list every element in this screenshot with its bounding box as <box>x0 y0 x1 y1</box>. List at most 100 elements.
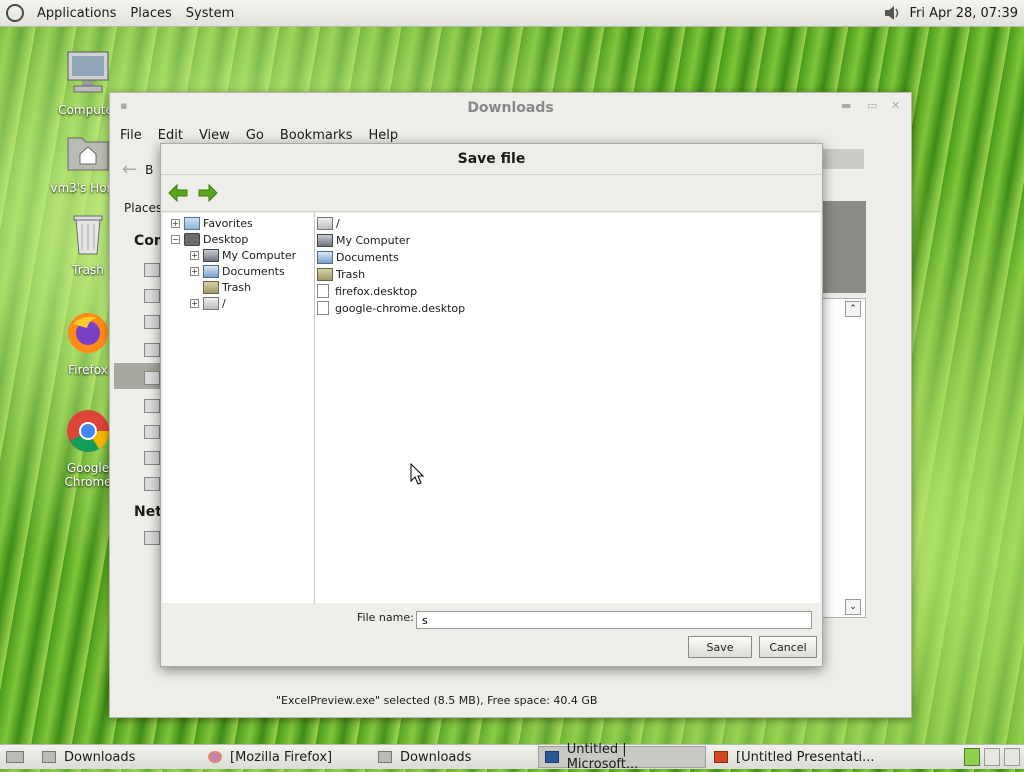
folder-icon[interactable] <box>144 451 160 465</box>
tree-item-trash[interactable]: Trash <box>203 279 251 295</box>
folder-icon[interactable] <box>144 399 160 413</box>
back-arrow-icon: ← <box>122 159 138 180</box>
folder-icon[interactable] <box>144 289 160 303</box>
folder-icon[interactable] <box>144 343 160 357</box>
list-item-label: My Computer <box>336 233 411 247</box>
workspace-1[interactable] <box>964 748 980 766</box>
taskbar-item-firefox[interactable]: [Mozilla Firefox] <box>202 746 370 768</box>
filename-label: File name: <box>357 611 414 624</box>
save-file-dialog: Save file + Favorites − Desktop + My Com… <box>160 143 823 667</box>
tree-item-label: Desktop <box>203 232 249 246</box>
top-panel: Applications Places System Fri Apr 28, 0… <box>0 0 1024 27</box>
taskbar-item-downloads[interactable]: Downloads <box>36 746 200 768</box>
desktop-icon <box>184 232 200 246</box>
close-icon[interactable]: ✕ <box>891 99 903 112</box>
list-item[interactable]: google-chrome.desktop <box>315 300 465 316</box>
fm-scroll-area[interactable]: ⌃ ⌄ <box>822 298 866 618</box>
trash-icon <box>317 267 333 281</box>
firefox-icon <box>208 751 222 763</box>
expand-icon[interactable]: + <box>190 266 199 276</box>
computer-icon <box>203 248 219 262</box>
trash-icon[interactable] <box>144 477 160 491</box>
back-button[interactable] <box>167 182 189 204</box>
workspace-2[interactable] <box>984 748 1000 766</box>
fm-menu-help[interactable]: Help <box>368 128 398 143</box>
expand-icon[interactable]: + <box>190 298 199 308</box>
places-menu[interactable]: Places <box>123 6 178 21</box>
file-icon <box>317 301 329 315</box>
folder-tree[interactable]: + Favorites − Desktop + My Computer + Do… <box>163 213 315 603</box>
taskbar-item-downloads-2[interactable]: Downloads <box>372 746 536 768</box>
back-arrow-icon <box>168 184 188 202</box>
tree-item-label: My Computer <box>222 248 297 262</box>
desktop-icon-label: Firefox <box>68 363 108 377</box>
tree-item-label: Trash <box>222 280 252 294</box>
fm-titlebar[interactable]: ▪ Downloads ▬ ▭ ✕ <box>110 93 911 123</box>
fm-menu-file[interactable]: File <box>120 128 142 143</box>
network-icon[interactable] <box>144 531 160 545</box>
tree-item-root[interactable]: + / <box>190 295 226 311</box>
scroll-down-icon[interactable]: ⌄ <box>845 599 861 615</box>
folder-icon[interactable] <box>144 315 160 329</box>
show-desktop-button[interactable] <box>0 746 34 768</box>
panel-clock[interactable]: Fri Apr 28, 07:39 <box>909 6 1018 21</box>
applications-menu[interactable]: Applications <box>30 6 123 21</box>
file-icon <box>317 284 329 298</box>
taskbar-item-label: Downloads <box>64 749 136 765</box>
distro-logo-icon[interactable] <box>6 4 24 22</box>
taskbar-item-label: Downloads <box>400 749 472 765</box>
dialog-titlebar[interactable]: Save file <box>161 144 822 175</box>
list-item-label: / <box>336 216 340 230</box>
fm-menu-edit[interactable]: Edit <box>158 128 183 143</box>
volume-icon[interactable] <box>883 5 901 21</box>
fm-back-label: B <box>145 162 154 177</box>
cancel-button[interactable]: Cancel <box>759 636 817 658</box>
word-icon <box>545 751 559 763</box>
workspace-3[interactable] <box>1004 748 1020 766</box>
documents-icon <box>203 264 219 278</box>
taskbar-item-powerpoint[interactable]: [Untitled Presentati... <box>708 746 904 768</box>
file-list[interactable]: / My Computer Documents Trash firefox.de… <box>315 213 820 603</box>
window-menu-icon[interactable]: ▪ <box>120 99 132 112</box>
downloads-folder-icon[interactable] <box>144 371 160 385</box>
scroll-up-icon[interactable]: ⌃ <box>845 301 861 317</box>
fm-menu-view[interactable]: View <box>199 128 230 143</box>
desktop-icon-label: Trash <box>72 263 104 277</box>
fm-menu-bookmarks[interactable]: Bookmarks <box>280 128 353 143</box>
taskbar-item-label: [Mozilla Firefox] <box>230 749 333 765</box>
fm-section-network: Net <box>134 504 162 520</box>
list-item[interactable]: My Computer <box>317 232 410 248</box>
taskbar-item-word[interactable]: Untitled | Microsoft... <box>538 742 706 772</box>
forward-button[interactable] <box>197 182 219 204</box>
filename-input[interactable] <box>416 611 812 629</box>
expand-icon[interactable]: + <box>171 218 180 228</box>
list-item[interactable]: Documents <box>317 249 399 265</box>
home-icon[interactable] <box>144 263 160 277</box>
fm-menu-go[interactable]: Go <box>246 128 264 143</box>
folder-icon[interactable] <box>144 425 160 439</box>
tree-item-my-computer[interactable]: + My Computer <box>190 247 296 263</box>
collapse-icon[interactable]: − <box>171 234 180 244</box>
list-item[interactable]: / <box>317 215 340 231</box>
expand-icon[interactable]: + <box>190 250 199 260</box>
tree-item-desktop[interactable]: − Desktop <box>171 231 248 247</box>
show-desktop-icon <box>6 751 24 763</box>
system-menu[interactable]: System <box>179 6 241 21</box>
minimize-icon[interactable]: ▬ <box>841 99 853 112</box>
save-button[interactable]: Save <box>688 636 752 658</box>
taskbar-item-label: [Untitled Presentati... <box>736 749 875 765</box>
mouse-cursor-icon <box>410 462 425 488</box>
tree-item-favorites[interactable]: + Favorites <box>171 215 253 231</box>
fm-back-button[interactable]: ← B <box>122 159 153 180</box>
list-item[interactable]: Trash <box>317 266 365 282</box>
forward-arrow-icon <box>198 184 218 202</box>
drive-icon <box>317 216 333 230</box>
tree-item-documents[interactable]: + Documents <box>190 263 285 279</box>
maximize-icon[interactable]: ▭ <box>867 99 879 112</box>
list-item[interactable]: firefox.desktop <box>315 283 417 299</box>
fm-places-label[interactable]: Places <box>124 201 162 215</box>
dialog-toolbar <box>161 175 822 212</box>
folder-icon <box>42 751 56 763</box>
fm-status-text: "ExcelPreview.exe" selected (8.5 MB), Fr… <box>276 693 598 707</box>
list-item-label: Trash <box>336 267 366 281</box>
